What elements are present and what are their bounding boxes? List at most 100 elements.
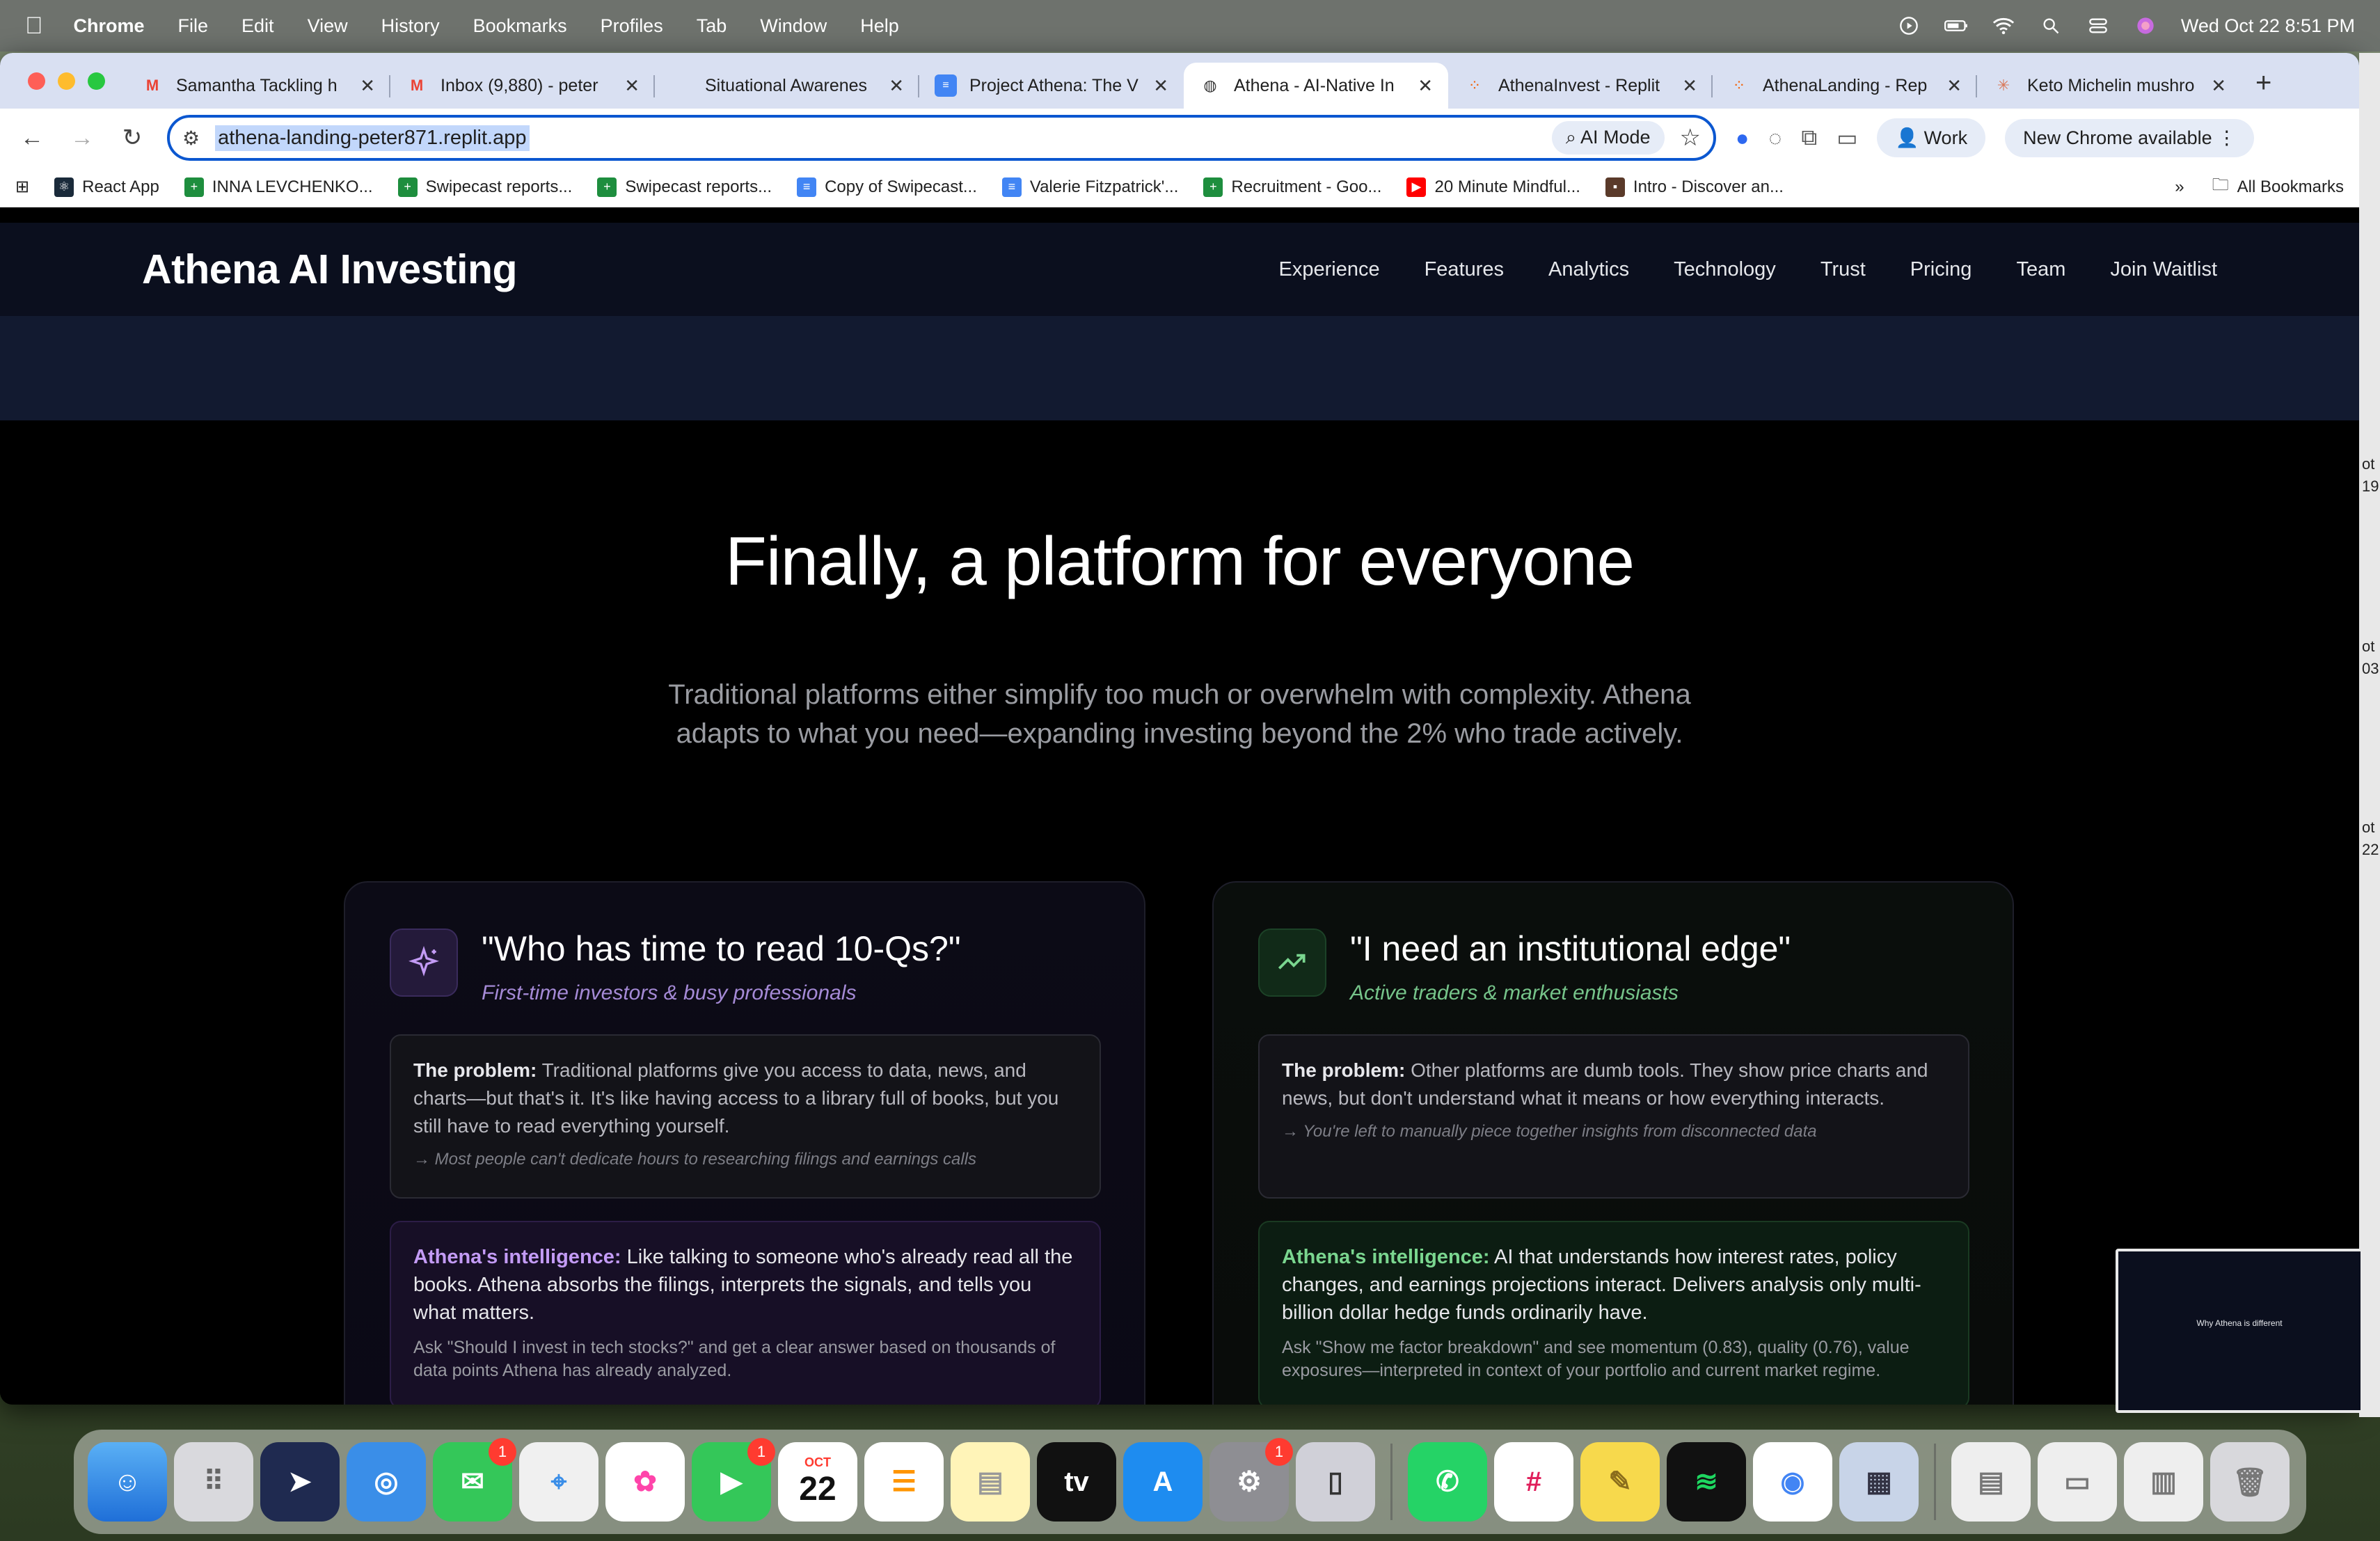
nav-technology[interactable]: Technology bbox=[1674, 258, 1776, 281]
zoom-window-button[interactable] bbox=[88, 72, 105, 90]
iphone-mirroring-icon[interactable]: ▯ bbox=[1296, 1442, 1375, 1522]
tab-keto[interactable]: ✳ Keto Michelin mushro ✕ bbox=[1977, 63, 2242, 109]
menu-history[interactable]: History bbox=[381, 15, 440, 37]
close-icon[interactable]: ✕ bbox=[889, 75, 904, 97]
spotlight-search-icon[interactable] bbox=[2039, 16, 2063, 35]
close-icon[interactable]: ✕ bbox=[624, 75, 640, 97]
safari-icon[interactable]: ◎ bbox=[347, 1442, 426, 1522]
chrome-icon[interactable]: ◉ bbox=[1753, 1442, 1832, 1522]
tab-project-athena[interactable]: ≡ Project Athena: The V ✕ bbox=[919, 63, 1184, 109]
notes-icon[interactable]: ▤ bbox=[951, 1442, 1030, 1522]
nav-analytics[interactable]: Analytics bbox=[1548, 258, 1629, 281]
whatsapp-icon[interactable]: ✆ bbox=[1408, 1442, 1487, 1522]
menu-window[interactable]: Window bbox=[760, 15, 827, 37]
apps-grid-icon[interactable]: ⊞ bbox=[15, 177, 29, 197]
siri-icon[interactable] bbox=[2134, 16, 2157, 35]
bookmark-item[interactable]: ▪ Intro - Discover an... bbox=[1605, 177, 1784, 197]
url-text[interactable]: athena-landing-peter871.replit.app bbox=[215, 125, 530, 151]
battery-icon[interactable] bbox=[1944, 16, 1968, 35]
profile-chip[interactable]: 👤 Work bbox=[1877, 118, 1986, 157]
new-tab-button[interactable]: + bbox=[2242, 68, 2285, 109]
tab-situational[interactable]: Situational Awarenes ✕ bbox=[655, 63, 919, 109]
bookmark-star-icon[interactable]: ☆ bbox=[1680, 124, 1701, 152]
menu-view[interactable]: View bbox=[308, 15, 348, 37]
bookmark-item[interactable]: + INNA LEVCHENKO... bbox=[184, 177, 373, 197]
apple-tv-icon[interactable]: tv bbox=[1037, 1442, 1116, 1522]
menu-edit[interactable]: Edit bbox=[241, 15, 274, 37]
nav-join-waitlist[interactable]: Join Waitlist bbox=[2110, 258, 2217, 281]
site-logo[interactable]: Athena AI Investing bbox=[142, 246, 518, 293]
forward-arrow-icon[interactable]: → bbox=[67, 125, 97, 152]
bookmark-item[interactable]: + Swipecast reports... bbox=[597, 177, 772, 197]
window-stack-icon[interactable]: ▭ bbox=[2038, 1442, 2117, 1522]
menu-file[interactable]: File bbox=[178, 15, 209, 37]
background-window-edge[interactable] bbox=[2359, 53, 2380, 1417]
nav-trust[interactable]: Trust bbox=[1820, 258, 1866, 281]
play-icon[interactable] bbox=[1897, 16, 1921, 35]
bookmark-item[interactable]: ≡ Valerie Fitzpatrick'... bbox=[1001, 177, 1178, 197]
launchpad-icon[interactable]: ⠿ bbox=[174, 1442, 253, 1522]
bookmark-item[interactable]: ▶ 20 Minute Mindful... bbox=[1406, 177, 1580, 197]
nav-team[interactable]: Team bbox=[2016, 258, 2065, 281]
nav-experience[interactable]: Experience bbox=[1279, 258, 1380, 281]
tab-athenalanding-replit[interactable]: ⁘ AthenaLanding - Rep ✕ bbox=[1713, 63, 1977, 109]
menu-app-name[interactable]: Chrome bbox=[74, 15, 145, 37]
menu-tab[interactable]: Tab bbox=[697, 15, 727, 37]
back-arrow-icon[interactable]: ← bbox=[17, 125, 47, 152]
menu-profiles[interactable]: Profiles bbox=[601, 15, 663, 37]
close-icon[interactable]: ✕ bbox=[1682, 75, 1697, 97]
nav-features[interactable]: Features bbox=[1425, 258, 1504, 281]
extension-icon[interactable]: ◌ bbox=[1768, 125, 1782, 151]
photos-icon[interactable]: ✿ bbox=[605, 1442, 685, 1522]
bookmark-item[interactable]: ≡ Copy of Swipecast... bbox=[797, 177, 977, 197]
document-stack-icon[interactable]: ▤ bbox=[1951, 1442, 2031, 1522]
tab-athenainvest-replit[interactable]: ⁘ AthenaInvest - Replit ✕ bbox=[1448, 63, 1713, 109]
control-center-icon[interactable] bbox=[2086, 16, 2110, 35]
site-info-icon[interactable]: ⚙ bbox=[182, 127, 200, 150]
minimize-window-button[interactable] bbox=[58, 72, 75, 90]
preview-icon[interactable]: ▦ bbox=[1839, 1442, 1919, 1522]
send-app-icon[interactable]: ➤ bbox=[260, 1442, 340, 1522]
facetime-icon[interactable]: ▶ 1 bbox=[692, 1438, 775, 1522]
close-icon[interactable]: ✕ bbox=[1946, 75, 1962, 97]
close-icon[interactable]: ✕ bbox=[1153, 75, 1168, 97]
screenshot-stack-icon[interactable]: ▥ bbox=[2124, 1442, 2203, 1522]
nav-pricing[interactable]: Pricing bbox=[1910, 258, 1972, 281]
update-chrome-button[interactable]: New Chrome available ⋮ bbox=[2005, 118, 2255, 157]
menu-bookmarks[interactable]: Bookmarks bbox=[473, 15, 567, 37]
maps-icon[interactable]: ⌖ bbox=[519, 1442, 598, 1522]
reload-icon[interactable]: ↻ bbox=[117, 124, 148, 152]
more-bookmarks-chevron-icon[interactable]: » bbox=[2175, 177, 2184, 197]
screenshot-thumbnail[interactable]: Why Athena is different bbox=[2116, 1249, 2363, 1413]
trash-icon[interactable]: 🗑 bbox=[2210, 1442, 2290, 1522]
app-store-icon[interactable]: A bbox=[1123, 1442, 1203, 1522]
calendar-icon[interactable]: OCT 22 bbox=[778, 1442, 857, 1522]
wifi-icon[interactable] bbox=[1992, 16, 2015, 35]
close-icon[interactable]: ✕ bbox=[2211, 75, 2226, 97]
bookmark-item[interactable]: + Recruitment - Goo... bbox=[1203, 177, 1381, 197]
reminders-icon[interactable]: ☰ bbox=[864, 1442, 944, 1522]
menu-help[interactable]: Help bbox=[860, 15, 899, 37]
close-icon[interactable]: ✕ bbox=[360, 75, 375, 97]
finder-icon[interactable]: ☺ bbox=[88, 1442, 167, 1522]
close-window-button[interactable] bbox=[28, 72, 45, 90]
ai-mode-button[interactable]: ⌕ AI Mode bbox=[1551, 121, 1665, 155]
slack-icon[interactable]: # bbox=[1494, 1442, 1573, 1522]
bookmark-item[interactable]: + Swipecast reports... bbox=[397, 177, 572, 197]
apple-menu-icon[interactable]:  bbox=[25, 13, 43, 40]
tab-athena-active[interactable]: ◍ Athena - AI-Native In ✕ bbox=[1184, 63, 1448, 109]
zoom-extension-icon[interactable]: ● bbox=[1736, 125, 1749, 151]
all-bookmarks-folder[interactable]: 🗀 All Bookmarks bbox=[2212, 173, 2344, 201]
system-settings-icon[interactable]: ⚙ 1 bbox=[1209, 1438, 1293, 1522]
close-icon[interactable]: ✕ bbox=[1418, 75, 1433, 97]
address-bar[interactable]: ⚙ athena-landing-peter871.replit.app ⌕ A… bbox=[167, 115, 1716, 161]
tab-inbox[interactable]: M Inbox (9,880) - peter ✕ bbox=[390, 63, 655, 109]
spotify-icon[interactable]: ≋ bbox=[1667, 1442, 1746, 1522]
stickies-icon[interactable]: ✎ bbox=[1580, 1442, 1660, 1522]
bookmark-item[interactable]: ⚛ React App bbox=[54, 177, 159, 197]
messages-icon[interactable]: ✉ 1 bbox=[433, 1438, 516, 1522]
extensions-puzzle-icon[interactable]: ⧉ bbox=[1801, 125, 1817, 151]
tab-samantha[interactable]: M Samantha Tackling h ✕ bbox=[126, 63, 390, 109]
tab-search-icon[interactable]: ▭ bbox=[1836, 125, 1857, 151]
menubar-datetime[interactable]: Wed Oct 22 8:51 PM bbox=[2181, 15, 2355, 37]
